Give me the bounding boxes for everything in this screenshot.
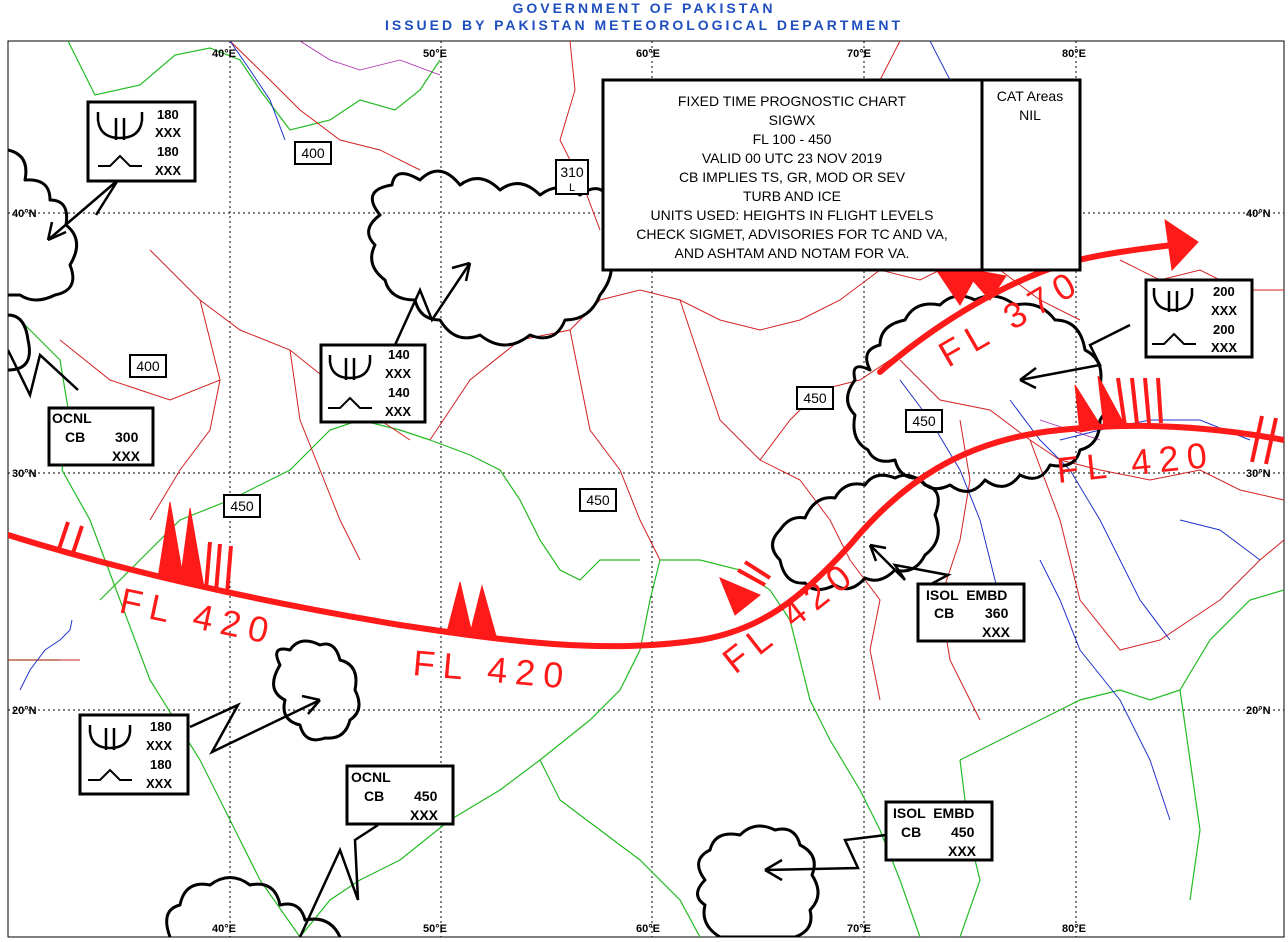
lon-label-bottom-60: 60°E bbox=[636, 923, 660, 935]
lat-label-left-40: 40°N bbox=[12, 208, 37, 220]
tropopause-value: 450 bbox=[912, 413, 936, 429]
turbulence-base: XXX bbox=[146, 738, 172, 753]
lat-label-right-30: 30°N bbox=[1246, 468, 1271, 480]
cat-areas-value: NIL bbox=[1019, 107, 1041, 123]
turbulence-top: 140 bbox=[388, 347, 410, 362]
turbulence-base: XXX bbox=[155, 125, 181, 140]
cb-coverage: ISOL EMBD bbox=[893, 805, 974, 821]
tropopause-value: 450 bbox=[803, 390, 827, 406]
cb-base: XXX bbox=[112, 448, 141, 464]
cb-top: 360 bbox=[985, 605, 1009, 621]
info-line: FL 100 - 450 bbox=[753, 131, 832, 147]
cb-coverage: ISOL EMBD bbox=[926, 587, 1007, 603]
turbulence-base: XXX bbox=[385, 366, 411, 381]
info-line: AND ASHTAM AND NOTAM FOR VA. bbox=[675, 245, 910, 261]
icing-base: XXX bbox=[1211, 340, 1237, 355]
cb-base: XXX bbox=[982, 624, 1011, 640]
info-line: FIXED TIME PROGNOSTIC CHART bbox=[678, 93, 907, 109]
icing-top: 200 bbox=[1213, 322, 1235, 337]
tropopause-value: 450 bbox=[230, 498, 254, 514]
tropopause-box: 450 bbox=[905, 409, 943, 433]
tropopause-low-box: 310 L bbox=[555, 159, 589, 195]
cb-type: CB bbox=[901, 824, 921, 840]
cb-top: 300 bbox=[115, 429, 139, 445]
icing-turbulence-box: 180 XXX 180 XXX bbox=[86, 100, 197, 183]
lat-label-right-20: 20°N bbox=[1246, 705, 1271, 717]
info-line: UNITS USED: HEIGHTS IN FLIGHT LEVELS bbox=[651, 207, 934, 223]
icing-turbulence-box: 180 XXX 180 XXX bbox=[78, 713, 190, 796]
lon-label-bottom-40: 40°E bbox=[212, 923, 236, 935]
turbulence-top: 180 bbox=[157, 107, 179, 122]
lon-label-top-50: 50°E bbox=[423, 48, 447, 60]
tropopause-value: 310 bbox=[560, 164, 584, 180]
info-line: VALID 00 UTC 23 NOV 2019 bbox=[702, 150, 882, 166]
tropopause-box: 450 bbox=[796, 386, 834, 410]
tropopause-value: 450 bbox=[586, 492, 610, 508]
lon-label-top-80: 80°E bbox=[1062, 48, 1086, 60]
tropopause-value: 400 bbox=[136, 358, 160, 374]
chart-info-box: FIXED TIME PROGNOSTIC CHART SIGWX FL 100… bbox=[601, 78, 1082, 272]
icing-top: 180 bbox=[150, 757, 172, 772]
lon-label-bottom-50: 50°E bbox=[423, 923, 447, 935]
icing-turbulence-box: 200 XXX 200 XXX bbox=[1144, 278, 1254, 359]
tropopause-box: 450 bbox=[579, 488, 617, 512]
cb-box: OCNL CB 450 XXX bbox=[345, 764, 455, 826]
icing-top: 180 bbox=[157, 144, 179, 159]
turbulence-base: XXX bbox=[1211, 303, 1237, 318]
lat-label-right-40: 40°N bbox=[1246, 208, 1271, 220]
icing-turbulence-box: 140 XXX 140 XXX bbox=[319, 343, 427, 424]
lat-label-left-20: 20°N bbox=[12, 705, 37, 717]
info-line: TURB AND ICE bbox=[743, 188, 841, 204]
info-line: CB IMPLIES TS, GR, MOD OR SEV bbox=[679, 169, 906, 185]
lat-label-left-30: 30°N bbox=[12, 468, 37, 480]
cb-coverage: OCNL bbox=[52, 410, 92, 426]
cb-base: XXX bbox=[948, 843, 977, 859]
icing-base: XXX bbox=[155, 163, 181, 178]
turbulence-top: 180 bbox=[150, 719, 172, 734]
lon-label-bottom-80: 80°E bbox=[1062, 923, 1086, 935]
icing-top: 140 bbox=[388, 385, 410, 400]
cb-type: CB bbox=[65, 429, 85, 445]
turbulence-top: 200 bbox=[1213, 284, 1235, 299]
cb-type: CB bbox=[364, 788, 384, 804]
cb-box: ISOL EMBD CB 360 XXX bbox=[916, 582, 1026, 643]
cb-box: ISOL EMBD CB 450 XXX bbox=[884, 800, 994, 862]
icing-base: XXX bbox=[146, 776, 172, 791]
cb-coverage: OCNL bbox=[351, 769, 391, 785]
cb-top: 450 bbox=[951, 824, 975, 840]
cb-top: 450 bbox=[414, 788, 438, 804]
cat-areas-title: CAT Areas bbox=[997, 88, 1063, 104]
cb-box: OCNL CB 300 XXX bbox=[47, 406, 155, 467]
lon-label-top-70: 70°E bbox=[847, 48, 871, 60]
tropopause-box: 450 bbox=[223, 494, 261, 518]
lon-label-bottom-70: 70°E bbox=[847, 923, 871, 935]
tropopause-box: 400 bbox=[129, 354, 167, 378]
cb-type: CB bbox=[934, 605, 954, 621]
lon-label-top-40: 40°E bbox=[212, 48, 236, 60]
tropopause-value: 400 bbox=[301, 145, 325, 161]
lon-label-top-60: 60°E bbox=[636, 48, 660, 60]
sigwx-chart: FL 420 FL 420 FL 420 FL 420 FL 370 40°E … bbox=[7, 40, 1285, 938]
cb-base: XXX bbox=[410, 807, 439, 823]
info-line: CHECK SIGMET, ADVISORIES FOR TC AND VA, bbox=[636, 226, 947, 242]
tropopause-box: 400 bbox=[294, 141, 332, 165]
icing-base: XXX bbox=[385, 404, 411, 419]
info-line: SIGWX bbox=[769, 112, 816, 128]
tropopause-low-marker: L bbox=[569, 182, 575, 194]
